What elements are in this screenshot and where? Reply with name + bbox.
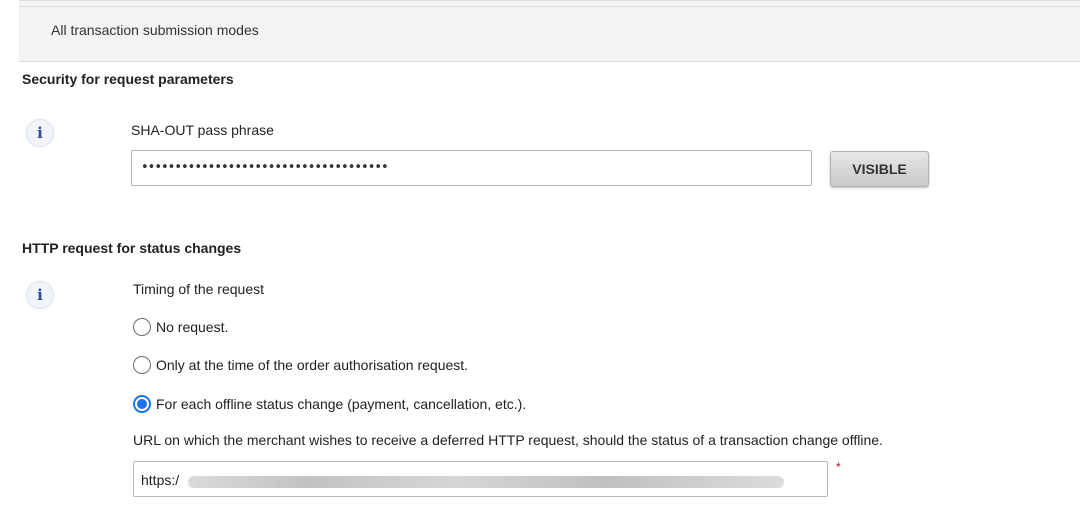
info-icon[interactable]: i bbox=[26, 119, 54, 147]
sha-out-label: SHA-OUT pass phrase bbox=[131, 122, 274, 138]
url-label: URL on which the merchant wishes to rece… bbox=[133, 432, 883, 448]
sha-out-value: ••••••••••••••••••••••••••••••••••••• bbox=[141, 160, 389, 175]
radio-authorisation-only[interactable]: Only at the time of the order authorisat… bbox=[133, 356, 468, 374]
radio-label: No request. bbox=[156, 319, 229, 335]
security-section-title: Security for request parameters bbox=[22, 71, 234, 87]
radio-button-checked[interactable] bbox=[133, 395, 151, 413]
radio-button[interactable] bbox=[133, 356, 151, 374]
timing-label: Timing of the request bbox=[133, 281, 264, 297]
divider bbox=[19, 6, 1080, 7]
radio-button[interactable] bbox=[133, 318, 151, 336]
required-marker: * bbox=[836, 460, 841, 474]
radio-no-request[interactable]: No request. bbox=[133, 318, 228, 336]
radio-label: For each offline status change (payment,… bbox=[156, 396, 527, 412]
radio-label: Only at the time of the order authorisat… bbox=[156, 357, 469, 373]
info-icon[interactable]: i bbox=[26, 281, 54, 309]
redacted-url bbox=[188, 476, 784, 488]
visible-button[interactable]: VISIBLE bbox=[830, 151, 929, 187]
radio-each-offline-change[interactable]: For each offline status change (payment,… bbox=[133, 395, 526, 413]
http-section-title: HTTP request for status changes bbox=[22, 240, 242, 256]
transaction-mode-tab[interactable]: All transaction submission modes bbox=[51, 22, 259, 38]
deferred-url-value: https:/ bbox=[141, 472, 180, 488]
